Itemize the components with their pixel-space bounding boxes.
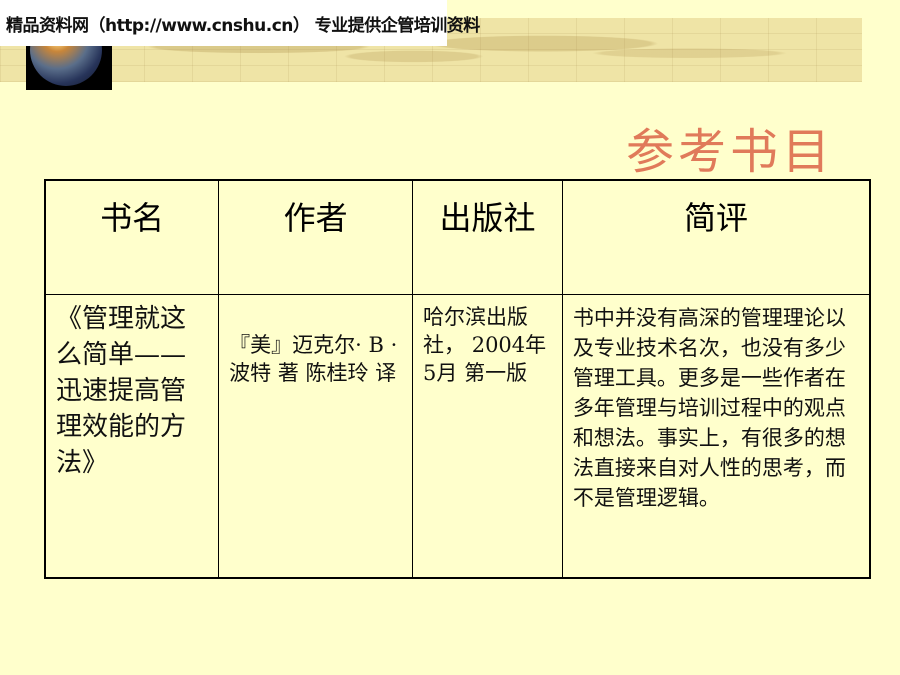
watermark-banner: 精品资料网（http://www.cnshu.cn） 专业提供企管培训资料	[0, 0, 480, 46]
header-book-title: 书名	[44, 179, 220, 295]
cell-review: 书中并没有高深的管理理论以及专业技术名次，也没有多少管理工具。更多是一些作者在多…	[561, 294, 871, 579]
table-header-row: 书名 作者 出版社 简评	[44, 179, 871, 295]
header-review: 简评	[561, 179, 871, 295]
slide-title: 参考书目	[625, 124, 834, 180]
cell-book-title: 《管理就这么简单——迅速提高管理效能的方法》	[44, 294, 220, 579]
cell-author: 『美』迈克尔· B ·波特 著 陈桂玲 译	[218, 294, 414, 579]
cell-publisher: 哈尔滨出版社， 2004年5月 第一版	[412, 294, 563, 579]
header-publisher: 出版社	[412, 179, 563, 295]
reference-books-table: 书名 作者 出版社 简评 《管理就这么简单——迅速提高管理效能的方法》 『美』迈…	[44, 179, 871, 579]
watermark-text: 精品资料网（http://www.cnshu.cn） 专业提供企管培训资料	[6, 15, 480, 36]
table-row: 《管理就这么简单——迅速提高管理效能的方法》 『美』迈克尔· B ·波特 著 陈…	[44, 294, 871, 579]
header-author: 作者	[218, 179, 414, 295]
